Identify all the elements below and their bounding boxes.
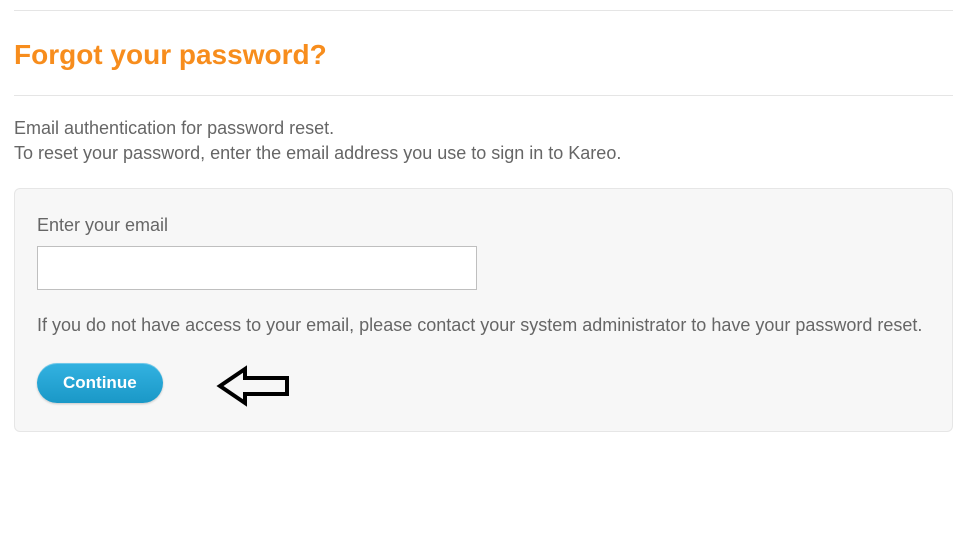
intro-text-line1: Email authentication for password reset. (14, 118, 967, 139)
email-input-label: Enter your email (37, 215, 930, 236)
page-title: Forgot your password? (14, 39, 967, 71)
section-divider (14, 95, 953, 96)
arrow-left-icon (215, 361, 295, 411)
intro-text-line2: To reset your password, enter the email … (14, 143, 967, 164)
help-text: If you do not have access to your email,… (37, 312, 930, 339)
email-input[interactable] (37, 246, 477, 290)
password-reset-form-panel: Enter your email If you do not have acce… (14, 188, 953, 432)
continue-button[interactable]: Continue (37, 363, 163, 403)
top-divider (14, 10, 953, 11)
